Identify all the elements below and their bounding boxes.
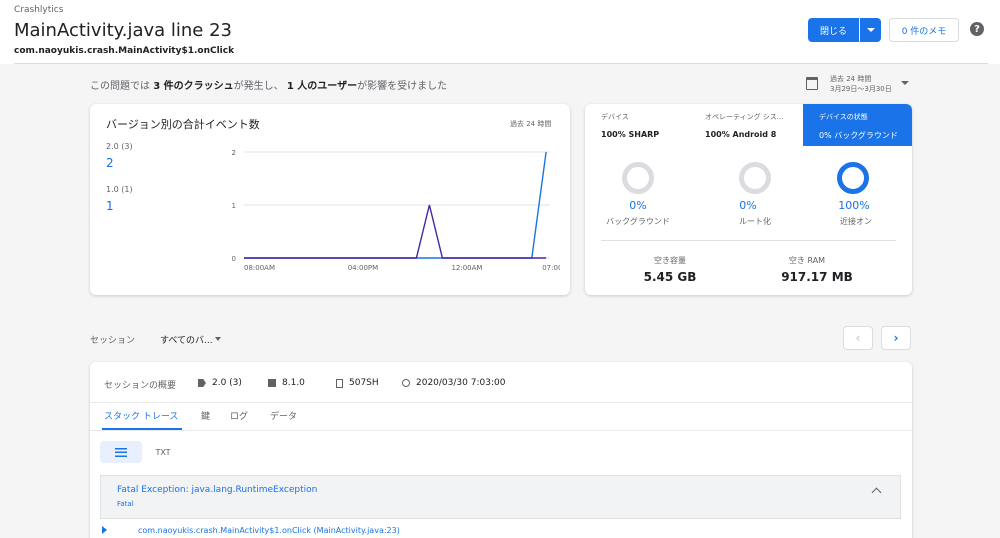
metric-label: 近接オン (840, 217, 872, 226)
page-header: Crashlytics MainActivity.java line 23 co… (0, 0, 1000, 64)
summary-middle: が発生し、 (233, 81, 284, 92)
breadcrumb[interactable]: Crashlytics (14, 5, 63, 15)
tab-title: オペレーティング シス... (705, 113, 784, 121)
version-count: 2 (106, 156, 114, 170)
session-device-value: 507SH (349, 378, 379, 388)
ring-rooted (739, 162, 771, 194)
version-item[interactable]: 1.0 (1) 1 (106, 185, 133, 213)
chevron-down-icon (866, 28, 875, 32)
tab-device-state[interactable]: デバイスの状態 0% バックグラウンド (803, 104, 912, 146)
session-os-value: 8.1.0 (282, 378, 305, 388)
phone-icon (336, 378, 343, 388)
tab-title: デバイス (601, 113, 629, 121)
metric-percent: 100% (838, 199, 870, 212)
session-datetime-value: 2020/03/30 7:03:00 (416, 378, 506, 388)
chart-title: バージョン別の合計イベント数 (106, 118, 260, 131)
exception-panel[interactable]: Fatal Exception: java.lang.RuntimeExcept… (100, 475, 901, 519)
x-tick-label: 08:00AM (244, 264, 275, 272)
session-card: セッションの概要 2.0 (3) 8.1.0 507SH 2020/03/30 … (90, 362, 912, 538)
chevron-down-icon[interactable] (901, 81, 909, 85)
chevron-up-icon[interactable] (871, 487, 882, 498)
metric-percent: 0% (629, 199, 647, 212)
tab-keys[interactable]: 鍵 (201, 409, 210, 422)
metric-label: ルート化 (739, 217, 771, 226)
date-range-dates[interactable]: 3月29日〜3月30日 (830, 84, 892, 94)
tab-device[interactable]: デバイス 100% SHARP (585, 104, 694, 146)
ring-background (622, 162, 654, 194)
free-ram-value: 917.17 MB (781, 270, 853, 284)
close-options-button[interactable] (860, 18, 881, 42)
session-version: 2.0 (3) (198, 378, 242, 388)
crash-count: 3 件のクラッシュ (153, 81, 234, 92)
session-os: 8.1.0 (268, 378, 305, 388)
events-line-chart: 0 1 2 08:00AM 04:00PM 12:00AM 07:00AM (232, 149, 560, 272)
version-filter[interactable]: すべてのバ... (160, 333, 213, 346)
chart-period: 過去 24 時間 (510, 120, 552, 128)
divider (14, 63, 988, 64)
clock-icon (402, 379, 410, 387)
notes-button[interactable]: 0 件のメモ (889, 18, 959, 42)
calendar-icon[interactable] (806, 77, 818, 90)
user-count: 1 人のユーザー (286, 81, 358, 92)
x-tick-label: 07:00AM (542, 264, 560, 272)
x-tick-label: 12:00AM (451, 264, 482, 272)
page-subtitle: com.naoyukis.crash.MainActivity$1.onClic… (14, 46, 235, 56)
version-name: 1.0 (1) (106, 185, 133, 194)
events-by-version-card: バージョン別の合計イベント数 過去 24 時間 2.0 (3) 2 1.0 (1… (90, 104, 570, 295)
divider (90, 402, 912, 403)
close-issue-button[interactable]: 閉じる (808, 18, 859, 42)
free-ram-label: 空き RAM (788, 256, 826, 265)
tag-icon (198, 379, 206, 387)
summary-prefix: この問題では (90, 81, 150, 92)
tab-logs[interactable]: ログ (230, 409, 248, 422)
tab-os[interactable]: オペレーティング シス... 100% Android 8 (689, 104, 803, 146)
previous-session-button[interactable]: ‹ (843, 326, 873, 350)
session-version-value: 2.0 (3) (212, 378, 242, 388)
list-view-button[interactable] (100, 441, 142, 463)
version-item[interactable]: 2.0 (3) 2 (106, 142, 133, 170)
y-tick-label: 2 (232, 149, 236, 157)
layers-icon (268, 379, 276, 387)
session-overview-title: セッションの概要 (104, 381, 177, 391)
tab-value: 0% バックグラウンド (819, 131, 898, 140)
tab-value: 100% Android 8 (705, 130, 777, 139)
session-device: 507SH (336, 378, 379, 388)
expand-arrow-icon[interactable] (102, 526, 107, 534)
exception-title: Fatal Exception: java.lang.RuntimeExcept… (117, 485, 318, 495)
list-icon (115, 447, 127, 457)
device-stats-card: デバイス 100% SHARP オペレーティング シス... 100% Andr… (585, 104, 912, 295)
stack-frame[interactable]: com.naoyukis.crash.MainActivity$1.onClic… (138, 526, 400, 535)
text-view-button[interactable]: TXT (148, 441, 178, 463)
date-range-label[interactable]: 過去 24 時間 (830, 74, 871, 84)
session-datetime: 2020/03/30 7:03:00 (402, 378, 505, 388)
series-line (244, 204, 547, 259)
y-tick-label: 0 (232, 255, 236, 263)
next-session-button[interactable]: › (881, 326, 911, 350)
session-label: セッション (90, 336, 136, 346)
version-count: 1 (106, 199, 114, 213)
chevron-down-icon[interactable] (215, 337, 221, 341)
metric-label: バックグラウンド (606, 217, 670, 226)
exception-severity: Fatal (117, 500, 134, 508)
free-storage-value: 5.45 GB (643, 270, 697, 284)
page-title: MainActivity.java line 23 (14, 20, 232, 41)
tab-title: デバイスの状態 (819, 113, 868, 121)
metric-percent: 0% (739, 199, 757, 212)
y-tick-label: 1 (232, 202, 236, 210)
tab-value: 100% SHARP (601, 130, 660, 139)
tab-data[interactable]: データ (270, 409, 297, 422)
divider (601, 240, 896, 241)
tab-stack-trace[interactable]: スタック トレース (104, 409, 178, 422)
help-icon[interactable]: ? (970, 22, 984, 36)
summary-suffix: が影響を受けました (357, 81, 448, 92)
x-tick-label: 04:00PM (348, 264, 378, 272)
divider (90, 430, 912, 431)
issue-summary: この問題では 3 件のクラッシュが発生し、 1 人のユーザーが影響を受けました (90, 77, 447, 92)
version-name: 2.0 (3) (106, 142, 133, 151)
free-storage-label: 空き容量 (654, 256, 686, 265)
ring-proximity (837, 162, 869, 194)
